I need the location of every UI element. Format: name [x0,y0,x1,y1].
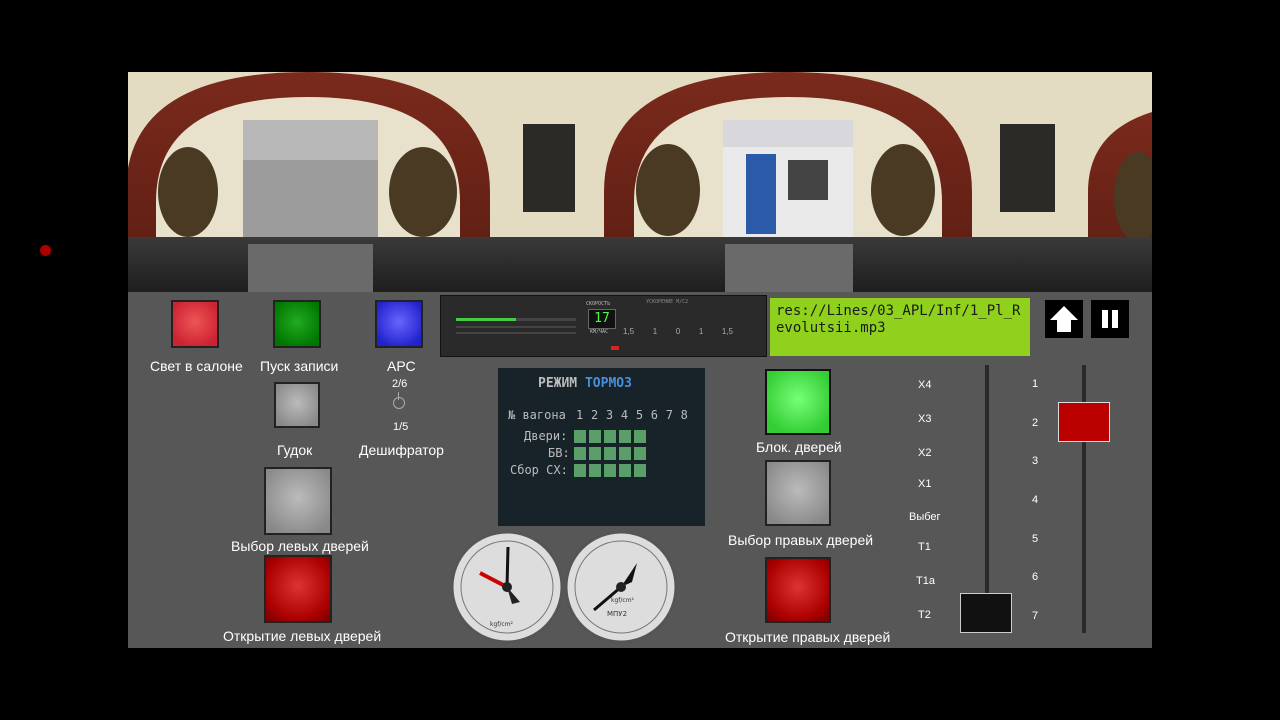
salon-light-button[interactable] [171,300,219,348]
audio-track-display: res://Lines/03_APL/Inf/1_Pl_Revolutsii.m… [770,298,1030,356]
accel-tick: 1 [652,327,658,336]
home-button[interactable] [1045,300,1083,338]
wagon-number: 6 [650,408,658,422]
accel-caption: УСКОРЕНИЕ М/С2 [646,299,689,305]
station-view [128,72,1152,292]
right-doors-open-button[interactable] [765,557,831,623]
block-doors-button[interactable] [765,369,831,435]
decoder-switch[interactable] [393,397,405,409]
mode-value: ТОРМОЗ [584,376,632,391]
mode-title: РЕЖИМ ТОРМОЗ [538,376,632,391]
decoder-position-bottom: 1/5 [393,421,409,433]
row-label-doors: Двери: [524,429,568,443]
horn-label: Гудок [277,442,313,458]
left-doors-select-label: Выбор левых дверей [231,538,369,554]
controller-position: X3 [918,413,932,425]
pause-button[interactable] [1091,300,1129,338]
crane-position: 1 [1032,378,1039,390]
decoder-position-top: 2/6 [392,378,408,390]
speed-bar [456,318,516,321]
right-gauge-label: МПУ2 [607,610,627,618]
left-doors-select-button[interactable] [264,467,332,535]
accel-tick: 0 [675,327,681,336]
right-doors-open-label: Открытие правых дверей [725,629,891,645]
wagon-number: 7 [665,408,673,422]
crane-position: 3 [1032,455,1039,467]
controller-track [985,365,989,625]
accel-tick: 1,5 [721,327,733,336]
speedometer-panel: СКОРОСТЬ 17 КМ/ЧАС УСКОРЕНИЕ М/С2 1,5 1 … [440,295,767,357]
controller-position: X2 [918,447,932,459]
left-doors-open-label: Открытие левых дверей [223,628,382,644]
salon-light-label: Свет в салоне [150,358,243,374]
right-doors-select-button[interactable] [765,460,831,526]
right-gauge-unit: kgf/cm² [611,597,635,604]
start-record-label: Пуск записи [260,358,339,374]
controller-position: T2 [918,609,931,621]
wagon-number: 1 [576,408,584,422]
status-panel: РЕЖИМ ТОРМОЗ № вагона 1 2 3 4 5 6 7 8 Дв… [498,368,705,526]
speed-unit: КМ/ЧАС [590,329,609,335]
station-illustration [128,72,1152,292]
block-doors-label: Блок. дверей [756,439,842,455]
left-doors-open-button[interactable] [264,555,332,623]
wagon-label: № вагона [508,408,566,422]
row-label-sbor: Сбор СХ: [510,463,568,477]
ars-label: АРС [387,358,416,374]
row-label-bv: БВ: [548,446,570,460]
record-indicator [40,245,51,256]
controller-position: Выбег [909,511,941,523]
crane-position: 6 [1032,571,1039,583]
crane-position: 4 [1032,494,1039,506]
controller-position: T1a [916,575,935,587]
speed-bar-track [516,318,576,321]
horn-button[interactable] [274,382,320,428]
controller-position: T1 [918,541,931,553]
accel-indicator [611,346,619,350]
speed-display: 17 [588,309,616,329]
decoder-label: Дешифратор [359,442,444,458]
ars-button[interactable] [375,300,423,348]
wagon-number: 3 [605,408,614,422]
accel-tick: 1,5 [623,327,635,336]
control-panel: Свет в салоне Пуск записи АРС 2/6 1/5 Гу… [128,292,1152,648]
wagon-number: 5 [635,408,644,422]
wagon-number: 2 [590,408,599,422]
decoder-switch-lever [398,392,399,400]
wagon-numbers: 1 2 3 4 5 6 7 8 [576,408,688,422]
mode-label: РЕЖИМ [538,376,578,391]
home-icon [1050,306,1078,332]
crane-position: 7 [1032,610,1039,622]
wagon-number: 8 [680,408,688,422]
game-viewport: Свет в салоне Пуск записи АРС 2/6 1/5 Гу… [128,72,1152,648]
crane-handle[interactable] [1058,402,1110,442]
accel-scale: 1,5 1 0 1 1,5 [623,327,733,336]
wagon-status-grid [574,430,646,477]
right-doors-select-label: Выбор правых дверей [728,532,874,548]
start-record-button[interactable] [273,300,321,348]
crane-position: 5 [1032,533,1039,545]
controller-position: X1 [918,478,932,490]
controller-position: X4 [918,379,932,391]
left-gauge-unit: kgf/cm² [490,621,514,628]
mpu-gauge: МПУ2 kgf/cm² [564,530,678,644]
pause-icon [1102,310,1118,328]
crane-position: 2 [1032,417,1039,429]
accel-tick: 1 [698,327,704,336]
controller-handle[interactable] [960,593,1012,633]
speed-caption: СКОРОСТЬ [586,301,611,307]
wagon-number: 4 [620,408,629,422]
brake-pressure-gauge: kgf/cm² [450,530,564,644]
